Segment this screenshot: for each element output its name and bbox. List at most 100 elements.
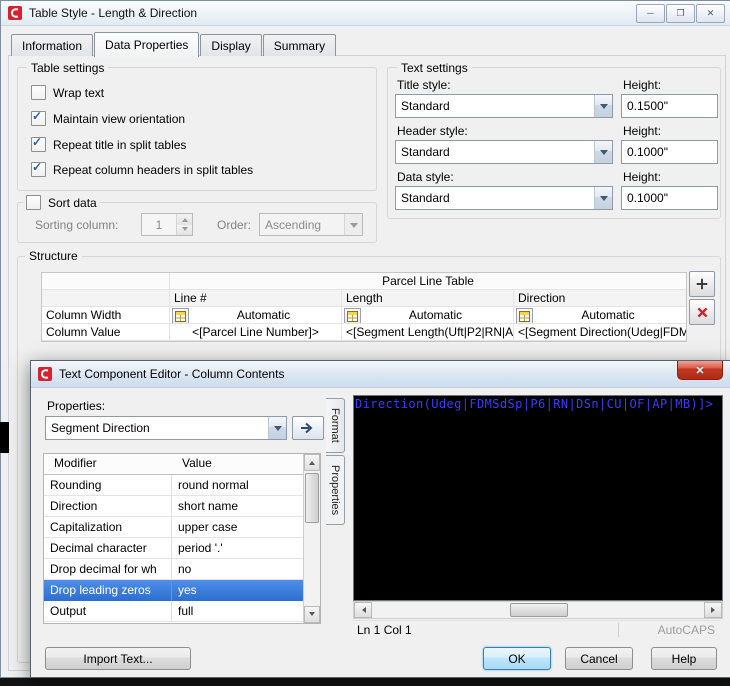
value-cell[interactable]: full: [172, 601, 304, 622]
checkbox-maintain-view-orientation[interactable]: Maintain view orientation: [31, 109, 186, 126]
header-style-select[interactable]: Standard: [395, 140, 613, 164]
checkbox-repeat-title[interactable]: Repeat title in split tables: [31, 135, 187, 152]
cell-value: Automatic: [236, 308, 291, 322]
tab-format[interactable]: Format: [326, 398, 345, 453]
value-cell[interactable]: yes: [172, 580, 304, 601]
column-width-picker-button[interactable]: [344, 308, 361, 323]
table-row[interactable]: Direction short name: [44, 496, 304, 517]
caption-buttons: ─ ❐ ✕: [636, 3, 725, 23]
chevron-down-icon: [594, 187, 612, 209]
column-width-picker-button[interactable]: [516, 308, 533, 323]
value-cell[interactable]: upper case: [172, 517, 304, 538]
red-x-icon: [696, 306, 709, 319]
table-row-selected[interactable]: Drop leading zeros yes: [44, 580, 304, 601]
header-height-input[interactable]: [621, 140, 718, 164]
column-value-cell[interactable]: <[Segment Length(Uft|P2|RN|A...: [342, 324, 514, 341]
header-modifier: Modifier: [54, 456, 97, 470]
autocaps-indicator[interactable]: AutoCAPS: [618, 622, 721, 637]
checkbox-box: [31, 135, 46, 152]
close-button[interactable]: ✕: [696, 3, 725, 23]
header-style-label: Header style:: [397, 124, 468, 138]
chevron-down-icon: [344, 214, 362, 235]
checkbox-repeat-column-headers[interactable]: Repeat column headers in split tables: [31, 160, 254, 177]
checkbox-sort-data[interactable]: Sort data: [23, 195, 100, 210]
column-header-length[interactable]: Length: [342, 290, 514, 307]
column-width-picker-button[interactable]: [172, 308, 189, 323]
combo-value: Standard: [401, 191, 450, 205]
scroll-up-icon[interactable]: [304, 454, 320, 471]
combo-value: Standard: [401, 99, 450, 113]
column-value-cell[interactable]: <[Segment Direction(Udeg|FDM...: [514, 324, 686, 341]
column-width-cell[interactable]: Automatic: [170, 307, 342, 324]
table-style-titlebar[interactable]: Table Style - Length & Direction ─ ❐ ✕: [1, 1, 730, 26]
title-style-select[interactable]: Standard: [395, 94, 613, 118]
insert-property-button[interactable]: [292, 416, 324, 440]
delete-column-button[interactable]: [689, 299, 715, 325]
tab-display[interactable]: Display: [200, 34, 262, 56]
ok-button[interactable]: OK: [483, 647, 551, 670]
value-cell[interactable]: round normal: [172, 475, 304, 496]
column-header-line[interactable]: Line #: [170, 290, 342, 307]
text-editor-area[interactable]: Direction(Udeg|FDMSdSp|P6|RN|DSn|CU|OF|A…: [353, 395, 723, 601]
data-style-select[interactable]: Standard: [395, 186, 613, 210]
checkbox-label: Repeat title in split tables: [53, 137, 187, 152]
column-value-cell[interactable]: <[Parcel Line Number]>: [170, 324, 342, 341]
minimize-button[interactable]: ─: [636, 3, 665, 23]
editor-close-button[interactable]: ✕: [677, 361, 723, 380]
table-row[interactable]: Drop decimal for wh no: [44, 559, 304, 580]
checkbox-label: Wrap text: [53, 85, 105, 100]
table-row[interactable]: Decimal character period '.': [44, 538, 304, 559]
editor-title: Text Component Editor - Column Contents: [59, 367, 285, 381]
value-cell[interactable]: period '.': [172, 538, 304, 559]
checkbox-box: [31, 109, 46, 126]
data-height-label: Height:: [623, 170, 662, 184]
scroll-left-icon[interactable]: [354, 602, 372, 618]
row-label: Column Value: [42, 324, 170, 341]
tab-summary[interactable]: Summary: [262, 34, 337, 56]
scroll-track[interactable]: [372, 602, 704, 618]
scroll-right-icon[interactable]: [704, 602, 722, 618]
modifier-cell: Drop leading zeros: [44, 580, 172, 601]
data-height-input[interactable]: [621, 186, 718, 210]
properties-select[interactable]: Segment Direction: [45, 416, 287, 440]
title-height-label: Height:: [623, 78, 662, 92]
scroll-thumb[interactable]: [305, 473, 319, 523]
chevron-down-icon: [594, 95, 612, 117]
modifier-cell: Decimal character: [44, 538, 172, 559]
checkbox-label: Maintain view orientation: [53, 111, 186, 126]
table-row[interactable]: Output full: [44, 601, 304, 622]
value-cell[interactable]: short name: [172, 496, 304, 517]
add-column-button[interactable]: [689, 271, 715, 297]
tab-properties[interactable]: Properties: [326, 454, 345, 525]
horizontal-scrollbar[interactable]: [353, 601, 723, 619]
checkbox-wrap-text[interactable]: Wrap text: [31, 85, 104, 100]
column-width-cell[interactable]: Automatic: [514, 307, 686, 324]
checkbox-label: Repeat column headers in split tables: [53, 162, 254, 177]
structure-table: Parcel Line Table Line # Length Directio…: [41, 272, 687, 342]
scroll-track[interactable]: [304, 471, 320, 606]
sorting-column-spinner[interactable]: 1: [141, 213, 193, 236]
tab-information[interactable]: Information: [11, 34, 94, 56]
spin-down-icon[interactable]: [177, 224, 192, 235]
help-button[interactable]: Help: [651, 647, 717, 670]
import-text-button[interactable]: Import Text...: [45, 647, 191, 670]
maximize-button[interactable]: ❐: [666, 3, 695, 23]
tab-data-properties[interactable]: Data Properties: [94, 32, 200, 57]
app-icon: [7, 5, 23, 21]
table-row[interactable]: Capitalization upper case: [44, 517, 304, 538]
column-header-direction[interactable]: Direction: [514, 290, 686, 307]
cancel-button[interactable]: Cancel: [565, 647, 633, 670]
scroll-down-icon[interactable]: [304, 606, 320, 623]
table-row[interactable]: Rounding round normal: [44, 475, 304, 496]
order-select[interactable]: Ascending: [259, 213, 363, 236]
title-height-input[interactable]: [621, 94, 718, 118]
modifier-table: Modifier Value Rounding round normal Dir…: [43, 453, 321, 624]
vertical-scrollbar[interactable]: [303, 454, 320, 623]
scroll-thumb[interactable]: [510, 603, 568, 617]
spin-up-icon[interactable]: [177, 214, 192, 225]
checkbox-box: [31, 160, 46, 177]
cell-value: Automatic: [581, 308, 635, 322]
column-width-cell[interactable]: Automatic: [342, 307, 514, 324]
editor-titlebar[interactable]: Text Component Editor - Column Contents: [31, 361, 730, 388]
value-cell[interactable]: no: [172, 559, 304, 580]
